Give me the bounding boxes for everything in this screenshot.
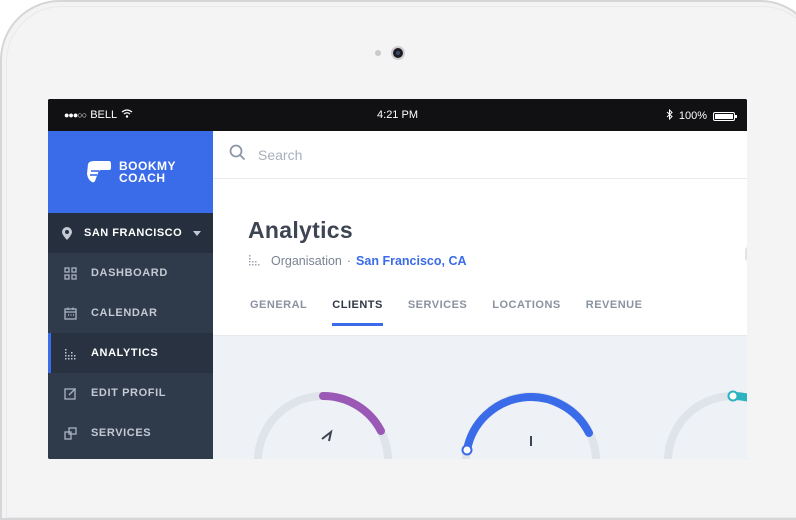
tab-clients[interactable]: CLIENTS [332,299,383,326]
brand-name: BOOKMY COACH [119,160,176,184]
front-sensor [375,50,381,56]
tab-revenue[interactable]: REVENUE [586,299,643,326]
sidebar-item-label: ANALYTICS [91,347,159,359]
sidebar-item-label: SERVICES [91,427,152,439]
organisation-icon [248,253,261,269]
sidebar-item-label: EDIT PROFIL [91,387,167,399]
status-bar-right: 100% [666,108,737,123]
ring-handle[interactable] [461,444,473,456]
brand-name-line2: COACH [119,171,166,185]
sidebar-item-label: DASHBOARD [91,267,168,279]
search-input[interactable] [256,145,560,164]
breadcrumb-separator: · [346,254,352,268]
sidebar: BOOKMY COACH SAN FRANCISCO DASHBOARD CAL… [48,131,213,459]
sidebar-item-calendar[interactable]: CALENDAR [48,293,213,333]
status-time: 4:21 PM [377,109,418,121]
app-screen: ●●●○○ BELL 4:21 PM 100% BOOKMY COACH SAN… [48,99,747,459]
sidebar-item-analytics[interactable]: ANALYTICS [48,333,213,373]
sidebar-item-label: CALENDAR [91,307,158,319]
battery-icon [713,111,737,121]
bluetooth-icon [666,108,673,123]
location-selector[interactable]: SAN FRANCISCO [48,213,213,253]
search-icon[interactable] [229,144,246,166]
ring-chart-3 [664,390,747,459]
tab-bar: GENERAL CLIENTS SERVICES LOCATIONS REVEN… [250,299,667,326]
location-name: SAN FRANCISCO [84,227,183,239]
battery-percent: 100% [678,110,707,122]
analytics-icon [63,346,77,360]
tab-general[interactable]: GENERAL [250,299,307,326]
edit-icon [63,386,77,400]
status-bar: ●●●○○ BELL 4:21 PM 100% [48,99,747,131]
ring-chart-1 [254,391,392,459]
breadcrumb-root[interactable]: Organisation [271,254,342,268]
caret-down-icon [193,227,201,239]
ring-chart-2 [461,392,600,459]
sidebar-item-services[interactable]: SERVICES [48,413,213,453]
arrow-icon [321,429,333,442]
tab-locations[interactable]: LOCATIONS [492,299,560,326]
scroll-handle[interactable] [745,247,747,261]
whistle-logo-icon [87,161,111,183]
calendar-icon [63,306,77,320]
ring-track [664,392,747,459]
tab-services[interactable]: SERVICES [408,299,467,326]
brand-logo[interactable]: BOOKMY COACH [48,131,213,213]
ring-handle[interactable] [727,390,739,402]
breadcrumb: Organisation · San Francisco, CA [248,253,467,269]
front-camera [391,46,405,60]
location-pin-icon [60,226,74,240]
services-icon [63,426,77,440]
ring-track [462,392,600,459]
sidebar-item-dashboard[interactable]: DASHBOARD [48,253,213,293]
page-title: Analytics [248,217,353,243]
grid-icon [63,266,77,280]
breadcrumb-current[interactable]: San Francisco, CA [356,254,466,268]
search-bar [213,131,747,179]
ring-track [254,392,392,459]
ring-progress [319,391,385,435]
main-panel: Analytics Organisation · San Francisco, … [213,131,747,459]
sidebar-item-edit-profil[interactable]: EDIT PROFIL [48,373,213,413]
